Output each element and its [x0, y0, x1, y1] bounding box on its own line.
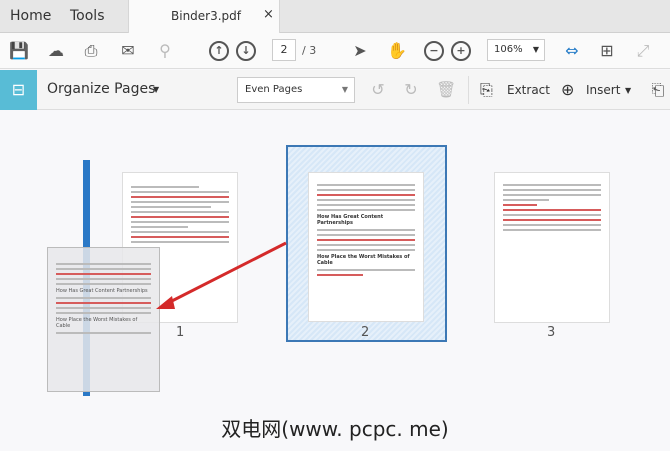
- drag-arrow: [156, 241, 287, 309]
- watermark: 双电网(www. pcpc. me): [221, 417, 449, 441]
